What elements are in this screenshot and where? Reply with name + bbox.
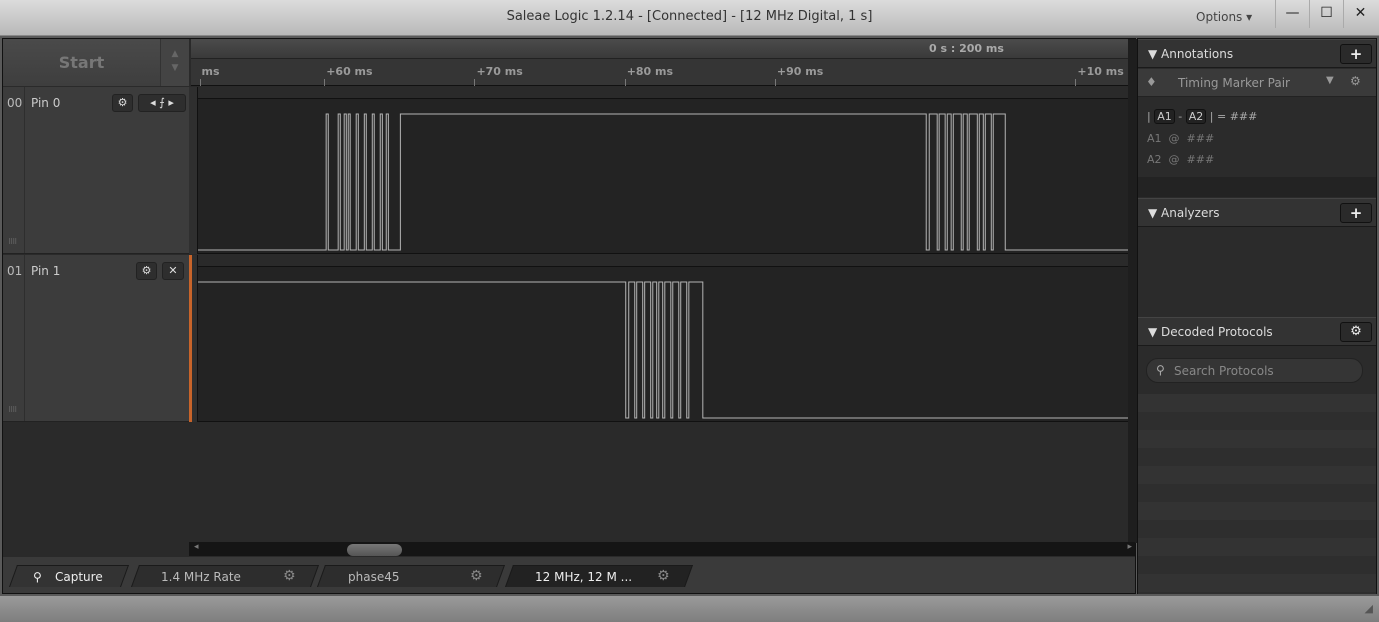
horizontal-scrollbar[interactable]: ◂ ▸ — [189, 542, 1135, 556]
waveform-trace — [198, 113, 1128, 251]
add-analyzer-button[interactable]: + — [1340, 203, 1372, 223]
close-button[interactable]: ✕ — [1343, 0, 1377, 28]
marker-pin-icon: ♦ — [1146, 75, 1157, 89]
search-placeholder: Search Protocols — [1174, 364, 1274, 378]
gear-icon[interactable]: ⚙ — [657, 568, 670, 584]
scroll-thumb[interactable] — [347, 544, 402, 556]
title-bar: Saleae Logic 1.2.14 - [Connected] - [12 … — [0, 0, 1379, 36]
ruler-tick-label: +60 ms — [326, 65, 373, 78]
tab-label: phase45 — [348, 570, 400, 584]
ruler-tick — [474, 79, 476, 86]
vertical-scrollbar[interactable] — [1128, 39, 1137, 543]
session-tabs: ⚲ Capture 1.4 MHz Rate ⚙ phase45 ⚙ 12 MH… — [3, 557, 1135, 593]
channel-row-pin-1: 01 Pin 1 ⚙ ✕ ⠿⠿ — [3, 255, 189, 422]
gear-icon[interactable]: ⚙ — [283, 568, 296, 584]
ruler-tick — [774, 79, 776, 86]
channel-name[interactable]: Pin 1 — [31, 264, 60, 278]
drag-handle-icon[interactable]: ⠿⠿ — [8, 238, 17, 246]
channel-gutter — [189, 87, 198, 254]
waveform-trace — [198, 281, 1128, 419]
options-menu[interactable]: Options ▾ — [1196, 10, 1252, 24]
gear-icon[interactable]: ⚙ — [1340, 322, 1372, 342]
close-icon[interactable]: ✕ — [162, 262, 184, 280]
annotations-title: ▼ Annotations — [1148, 47, 1234, 61]
decoded-protocols-header[interactable]: ▼ Decoded Protocols ⚙ — [1138, 317, 1376, 346]
marker-a1-chip[interactable]: A1 — [1154, 109, 1175, 124]
resize-grip-icon[interactable]: ◢ — [1365, 602, 1373, 615]
gear-icon[interactable]: ⚙ — [470, 568, 483, 584]
timing-marker-row[interactable]: ♦ Timing Marker Pair ▼ ⚙ — [1138, 69, 1376, 97]
channel-gutter-active — [189, 255, 198, 422]
capture-panel: Start ▲ ▼ 0 s : 200 ms ms +60 ms +70 ms +80 … — [2, 38, 1137, 594]
trigger-edge-selector[interactable]: ◂ ⨍ ▸ — [138, 94, 186, 112]
search-icon: ⚲ — [33, 570, 42, 584]
annotations-header[interactable]: ▼ Annotations + — [1138, 39, 1376, 68]
decoded-protocols-title: ▼ Decoded Protocols — [1148, 325, 1273, 339]
marker-a2-chip[interactable]: A2 — [1185, 109, 1207, 124]
right-panel: ▼ Annotations + ♦ Timing Marker Pair ▼ ⚙… — [1137, 38, 1377, 594]
ruler-tick — [324, 79, 326, 86]
window-title: Saleae Logic 1.2.14 - [Connected] - [12 … — [506, 9, 873, 24]
scroll-right-icon[interactable]: ▸ — [1127, 542, 1132, 552]
drag-handle-icon[interactable]: ⠿⠿ — [8, 406, 17, 414]
ruler-tick-label: +80 ms — [626, 65, 674, 78]
channel-number: 01 — [3, 255, 25, 421]
marker-type: Timing Marker Pair — [1178, 76, 1290, 90]
tab-label: 12 MHz, 12 M ... — [535, 570, 633, 584]
status-bar: ◢ — [0, 596, 1379, 622]
analyzers-title: ▼ Analyzers — [1148, 206, 1220, 220]
analyzers-header[interactable]: ▼ Analyzers + — [1138, 198, 1376, 227]
ruler-tick-label: +70 ms — [476, 65, 523, 78]
ruler-tick — [624, 79, 626, 86]
ruler-tick — [1075, 79, 1077, 86]
scroll-left-icon[interactable]: ◂ — [194, 542, 199, 552]
marker-a2-row: A2 @ ### — [1147, 153, 1215, 166]
waveband — [198, 255, 1128, 267]
start-button[interactable]: Start — [3, 39, 161, 86]
add-annotation-button[interactable]: + — [1340, 44, 1372, 64]
search-protocols-input[interactable]: ⚲ Search Protocols — [1146, 358, 1363, 383]
ruler-tick-label: +90 ms — [776, 65, 824, 78]
maximize-button[interactable]: ☐ — [1309, 0, 1343, 28]
dropdown-icon[interactable]: ▼ — [1326, 75, 1334, 86]
tab-label: 1.4 MHz Rate — [161, 570, 241, 584]
ruler-marker-bar: 0 s : 200 ms — [191, 39, 1128, 86]
search-icon: ⚲ — [1156, 363, 1165, 377]
ruler-tick-label: +10 ms — [1077, 65, 1124, 78]
start-options-arrows[interactable]: ▲ ▼ — [161, 39, 189, 86]
minimize-button[interactable]: — — [1275, 0, 1309, 28]
marker-time-label: 0 s : 200 ms — [929, 42, 1004, 55]
gear-icon[interactable]: ⚙ — [136, 262, 157, 280]
waveband — [198, 87, 1128, 99]
waveform-pin-1[interactable] — [198, 267, 1128, 422]
marker-a1-row: A1 @ ### — [1147, 132, 1215, 145]
channel-row-pin-0: 00 Pin 0 ⚙ ◂ ⨍ ▸ ⠿⠿ — [3, 87, 189, 254]
time-ruler[interactable]: ms +60 ms +70 ms +80 ms +90 ms +10 ms — [191, 59, 1128, 86]
ruler-tick — [199, 79, 201, 86]
channel-name[interactable]: Pin 0 — [31, 96, 60, 110]
marker-formula: | A1 - A2 | = ### — [1147, 109, 1258, 124]
gear-icon[interactable]: ⚙ — [112, 94, 133, 112]
waveform-pin-0[interactable] — [198, 99, 1128, 254]
channel-number: 00 — [3, 87, 25, 253]
gear-icon[interactable]: ⚙ — [1350, 74, 1361, 88]
ruler-tick-label: ms — [201, 65, 220, 78]
tab-label: Capture — [55, 570, 103, 584]
decoded-protocols-list[interactable] — [1138, 394, 1376, 594]
